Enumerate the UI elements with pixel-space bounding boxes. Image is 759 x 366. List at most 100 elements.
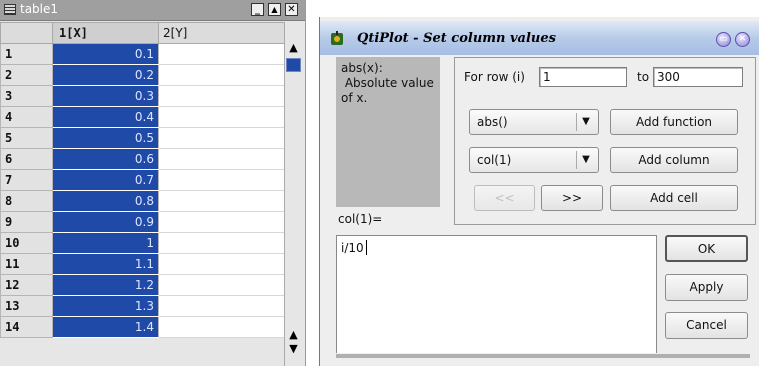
close-button[interactable]: ✕ [285, 3, 298, 16]
cell-x[interactable]: 0.9 [52, 211, 159, 233]
cell-x[interactable]: 1.3 [52, 295, 159, 317]
dialog-close-button[interactable]: ✕ [735, 32, 750, 47]
cell-x[interactable]: 1.4 [52, 316, 159, 338]
cell-y[interactable] [158, 127, 285, 149]
row-header[interactable]: 8 [0, 190, 53, 212]
options-group: For row (i) 1 to 300 abs() ▼ Add functio… [454, 57, 756, 225]
table-row[interactable]: 4 0.4 [0, 106, 285, 128]
table-row[interactable]: 2 0.2 [0, 64, 285, 86]
column-header-x[interactable]: 1[X] [52, 22, 159, 44]
cell-x[interactable]: 0.8 [52, 190, 159, 212]
cancel-button[interactable]: Cancel [665, 312, 748, 339]
scroll-up-icon[interactable]: ▲ [287, 41, 300, 55]
cell-x[interactable]: 0.6 [52, 148, 159, 170]
apply-button[interactable]: Apply [665, 274, 748, 301]
cell-x[interactable]: 0.2 [52, 64, 159, 86]
table-row[interactable]: 8 0.8 [0, 190, 285, 212]
formula-text: i/10 [341, 241, 364, 255]
row-header[interactable]: 12 [0, 274, 53, 296]
cell-y[interactable] [158, 316, 285, 338]
row-header[interactable]: 1 [0, 43, 53, 65]
table-row[interactable]: 13 1.3 [0, 295, 285, 317]
row-header[interactable]: 10 [0, 232, 53, 254]
row-header[interactable]: 3 [0, 85, 53, 107]
scroll-page-up-icon[interactable]: ▲ [287, 328, 300, 342]
add-function-button[interactable]: Add function [610, 109, 738, 135]
row-header[interactable]: 14 [0, 316, 53, 338]
function-combo-value: abs() [477, 115, 508, 129]
for-row-label: For row (i) [464, 70, 525, 84]
cell-x[interactable]: 0.4 [52, 106, 159, 128]
table-row[interactable]: 5 0.5 [0, 127, 285, 149]
table-row[interactable]: 3 0.3 [0, 85, 285, 107]
row-header[interactable]: 11 [0, 253, 53, 275]
cell-y[interactable] [158, 295, 285, 317]
table-titlebar[interactable]: table1 _ ▲ ✕ [0, 0, 305, 21]
table-icon [4, 4, 16, 15]
scroll-down-icon[interactable]: ▼ [287, 342, 300, 356]
column-equation-label: col(1)= [338, 212, 383, 226]
row-header[interactable]: 2 [0, 64, 53, 86]
cell-y[interactable] [158, 43, 285, 65]
formula-editor[interactable]: i/10 [336, 235, 657, 366]
data-table: 1[X] 2[Y] 1 0.1 2 0.2 3 0.3 4 0.4 5 0.5 6 0.6 7 0.7 8 0… [0, 22, 285, 338]
cell-y[interactable] [158, 274, 285, 296]
row-header[interactable]: 7 [0, 169, 53, 191]
dialog-bottom-edge [320, 353, 759, 366]
cell-y[interactable] [158, 232, 285, 254]
cell-x[interactable]: 1.1 [52, 253, 159, 275]
dialog-restore-button[interactable]: ▭ [716, 32, 731, 47]
cell-x[interactable]: 1.2 [52, 274, 159, 296]
maximize-button[interactable]: ▲ [268, 3, 281, 16]
table-row[interactable]: 10 1 [0, 232, 285, 254]
table-row[interactable]: 9 0.9 [0, 211, 285, 233]
chevron-down-icon: ▼ [576, 113, 595, 131]
cell-y[interactable] [158, 64, 285, 86]
add-cell-button[interactable]: Add cell [610, 185, 738, 211]
table-row[interactable]: 6 0.6 [0, 148, 285, 170]
row-header[interactable]: 9 [0, 211, 53, 233]
cell-y[interactable] [158, 211, 285, 233]
table-row[interactable]: 1 0.1 [0, 43, 285, 65]
next-column-button[interactable]: >> [541, 185, 603, 211]
previous-column-button[interactable]: << [474, 185, 535, 211]
row-header[interactable]: 6 [0, 148, 53, 170]
ok-button[interactable]: OK [665, 235, 748, 262]
cell-x[interactable]: 0.3 [52, 85, 159, 107]
cell-x[interactable]: 0.5 [52, 127, 159, 149]
function-help-text: abs(x): Absolute value of x. [341, 61, 434, 105]
add-column-button[interactable]: Add column [610, 147, 738, 173]
text-caret [366, 240, 367, 255]
row-to-input[interactable]: 300 [653, 67, 743, 87]
cell-y[interactable] [158, 169, 285, 191]
table-row[interactable]: 12 1.2 [0, 274, 285, 296]
cell-y[interactable] [158, 106, 285, 128]
set-column-values-dialog: QtiPlot - Set column values ▭ ✕ abs(x): … [319, 17, 759, 366]
dialog-titlebar[interactable]: QtiPlot - Set column values ▭ ✕ [320, 21, 759, 55]
table-row[interactable]: 7 0.7 [0, 169, 285, 191]
row-header[interactable]: 5 [0, 127, 53, 149]
column-header-y[interactable]: 2[Y] [158, 22, 285, 44]
table-corner[interactable] [0, 22, 53, 44]
cell-y[interactable] [158, 190, 285, 212]
cell-x[interactable]: 1 [52, 232, 159, 254]
minimize-button[interactable]: _ [251, 3, 264, 16]
vertical-scrollbar[interactable]: ▲ ▲ ▼ [284, 40, 303, 366]
cell-y[interactable] [158, 85, 285, 107]
table-row[interactable]: 14 1.4 [0, 316, 285, 338]
row-header[interactable]: 13 [0, 295, 53, 317]
row-from-input[interactable]: 1 [539, 67, 627, 87]
scroll-thumb[interactable] [286, 58, 301, 72]
table-row[interactable]: 11 1.1 [0, 253, 285, 275]
table-window: table1 _ ▲ ✕ 1[X] 2[Y] 1 0.1 2 0.2 3 0.3 4 0.4 5… [0, 0, 306, 366]
column-combo-value: col(1) [477, 153, 512, 167]
cell-x[interactable]: 0.1 [52, 43, 159, 65]
function-combo[interactable]: abs() ▼ [469, 109, 599, 135]
cell-y[interactable] [158, 253, 285, 275]
cell-y[interactable] [158, 148, 285, 170]
table-title: table1 [20, 2, 59, 16]
dialog-resize-bar[interactable] [336, 354, 750, 358]
cell-x[interactable]: 0.7 [52, 169, 159, 191]
column-combo[interactable]: col(1) ▼ [469, 147, 599, 173]
row-header[interactable]: 4 [0, 106, 53, 128]
